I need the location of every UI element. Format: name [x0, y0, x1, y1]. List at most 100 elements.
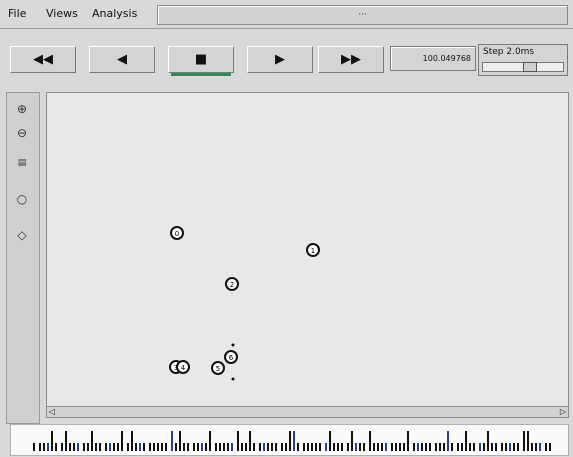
timeline-tick	[175, 443, 177, 451]
node-6[interactable]: 6	[224, 350, 238, 364]
timeline-tick	[403, 443, 405, 451]
node-icon[interactable]: ○	[11, 189, 33, 209]
timeline-tick	[347, 443, 349, 451]
timeline-tick	[351, 431, 353, 451]
scroll-left-icon[interactable]: ◁	[47, 407, 57, 417]
link-icon[interactable]: ◇	[11, 225, 33, 245]
stop-icon: ■	[194, 52, 208, 67]
timeline-tick	[517, 443, 519, 451]
timeline-ticks	[33, 431, 551, 451]
timeline-tick	[109, 443, 111, 451]
timeline-tick	[395, 443, 397, 451]
fast-forward-button[interactable]: ▶▶	[318, 46, 384, 73]
rewind-icon: ◀◀	[33, 52, 53, 67]
timeline-tick	[289, 431, 291, 451]
timeline-tick	[281, 443, 283, 451]
zoom-in-icon[interactable]: ⊕	[11, 99, 33, 119]
timeline-tick	[179, 431, 181, 451]
play-button[interactable]: ▶	[247, 46, 313, 73]
rewind-button[interactable]: ◀◀	[10, 46, 76, 73]
node-2[interactable]: 2	[225, 277, 239, 291]
fast-forward-icon: ▶▶	[341, 52, 361, 67]
svg-text:5: 5	[216, 365, 220, 373]
timeline-tick	[121, 431, 123, 451]
timeline-tick	[315, 443, 317, 451]
timeline-tick	[95, 443, 97, 451]
timeline-tick	[249, 431, 251, 451]
timeline-tick	[447, 431, 449, 451]
svg-text:4: 4	[181, 364, 186, 372]
svg-text:2: 2	[230, 281, 234, 289]
timeline-tick	[307, 443, 309, 451]
timeline-tick	[549, 443, 551, 451]
timeline-tick	[83, 443, 85, 451]
timeline-tick	[183, 443, 185, 451]
timeline-tick	[501, 443, 503, 451]
node-1[interactable]: 1	[306, 243, 320, 257]
timeline-tick	[311, 443, 313, 451]
timeline-tick	[513, 443, 515, 451]
timeline-tick	[267, 443, 269, 451]
timeline-tick	[33, 443, 35, 451]
step-back-button[interactable]: ◀	[89, 46, 155, 73]
timeline-tick	[333, 443, 335, 451]
step-label: Step 2.0ms	[483, 47, 535, 57]
timeline-tick	[139, 443, 141, 451]
timeline-tick	[215, 443, 217, 451]
packet-dot	[231, 343, 235, 347]
node-4[interactable]: 4	[176, 360, 190, 374]
svg-text:0: 0	[175, 230, 179, 238]
timeline-tick	[421, 443, 423, 451]
timeline-tick	[457, 443, 459, 451]
timeline-tick	[219, 443, 221, 451]
timeline-tick	[99, 443, 101, 451]
timeline-tick	[161, 443, 163, 451]
timeline-tick	[381, 443, 383, 451]
event-timeline[interactable]	[10, 424, 569, 456]
timeline-tick	[319, 443, 321, 451]
zoom-out-icon[interactable]: ⊖	[11, 123, 33, 143]
timeline-tick	[143, 443, 145, 451]
grid-icon[interactable]: ▤	[11, 153, 33, 173]
canvas-scrollbar[interactable]: ◁ ▷	[46, 406, 569, 418]
timeline-tick	[479, 443, 481, 451]
timeline-tick	[127, 443, 129, 451]
timeline-tick	[165, 443, 167, 451]
timeline-tick	[117, 443, 119, 451]
timeline-tick	[263, 443, 265, 451]
menu-views[interactable]: Views	[46, 7, 78, 20]
time-value: 100.049768	[422, 54, 471, 63]
node-5[interactable]: 5	[211, 361, 225, 375]
timeline-tick	[69, 443, 71, 451]
timeline-tick	[253, 443, 255, 451]
timeline-tick	[399, 443, 401, 451]
timeline-tick	[245, 443, 247, 451]
menu-analysis[interactable]: Analysis	[92, 7, 137, 20]
timeline-tick	[43, 443, 45, 451]
network-canvas[interactable]: 0 1 2 3 4 5 6	[46, 92, 569, 416]
menu-file[interactable]: File	[8, 7, 26, 20]
timeline-tick	[171, 431, 173, 451]
timeline-tick	[435, 443, 437, 451]
node-0[interactable]: 0	[170, 226, 184, 240]
timeline-tick	[55, 443, 57, 451]
step-control: Step 2.0ms	[478, 44, 568, 76]
timeline-tick	[539, 443, 541, 451]
timeline-tick	[77, 443, 79, 451]
timeline-tick	[531, 443, 533, 451]
step-back-icon: ◀	[117, 52, 127, 67]
timeline-tick	[535, 443, 537, 451]
timeline-tick	[227, 443, 229, 451]
timeline-tick	[487, 431, 489, 451]
step-slider[interactable]	[482, 62, 564, 72]
scroll-right-icon[interactable]: ▷	[558, 407, 568, 417]
step-slider-thumb[interactable]	[523, 62, 537, 72]
timeline-tick	[193, 443, 195, 451]
timeline-tick	[73, 443, 75, 451]
stop-button[interactable]: ■	[168, 46, 234, 76]
timeline-tick	[417, 443, 419, 451]
timeline-tick	[87, 443, 89, 451]
svg-text:6: 6	[229, 354, 234, 362]
timeline-tick	[209, 431, 211, 451]
timeline-tick	[545, 443, 547, 451]
